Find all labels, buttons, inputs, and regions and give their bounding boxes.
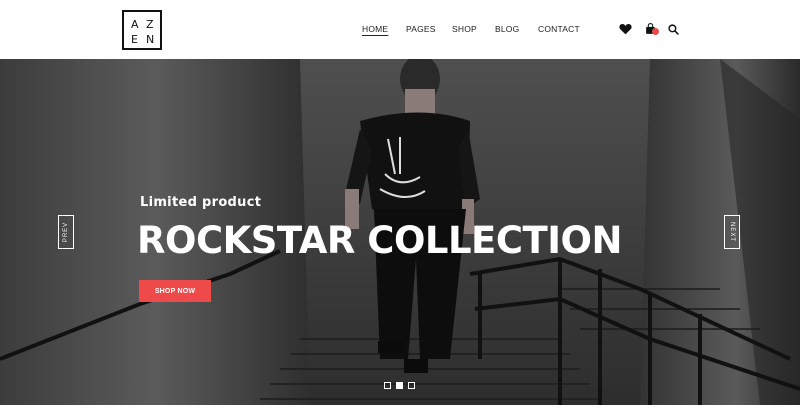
slide-dot-1[interactable] <box>384 382 391 389</box>
heart-icon[interactable] <box>619 22 633 36</box>
hero-subtitle: Limited product <box>140 195 262 210</box>
logo-letter: A <box>131 18 139 31</box>
nav-shop[interactable]: SHOP <box>452 24 477 34</box>
page-bottom-edge <box>0 405 800 411</box>
search-icon[interactable] <box>668 22 682 36</box>
nav-blog[interactable]: BLOG <box>495 24 519 34</box>
site-header: A Z E N HOME PAGES SHOP BLOG CONTACT <box>0 0 800 59</box>
logo-letter: Z <box>146 18 154 31</box>
nav-pages[interactable]: PAGES <box>406 24 436 34</box>
next-slide-button[interactable]: NEXT <box>724 215 740 249</box>
brand-logo[interactable]: A Z E N <box>122 10 162 50</box>
next-label: NEXT <box>729 221 736 243</box>
slide-dot-2[interactable] <box>396 382 403 389</box>
logo-letter: N <box>146 33 155 46</box>
hero-slider: PREV NEXT Limited product ROCKSTAR COLLE… <box>0 59 800 405</box>
hero-title: ROCKSTAR COLLECTION <box>137 219 622 262</box>
slide-dot-3[interactable] <box>408 382 415 389</box>
prev-label: PREV <box>63 221 69 243</box>
cart-icon[interactable] <box>645 22 659 36</box>
shop-now-button[interactable]: SHOP NOW <box>139 280 211 302</box>
logo-letter: E <box>131 33 138 46</box>
nav-contact[interactable]: CONTACT <box>538 24 580 34</box>
nav-home[interactable]: HOME <box>362 24 388 34</box>
cart-badge <box>652 28 659 35</box>
prev-slide-button[interactable]: PREV <box>58 215 74 249</box>
